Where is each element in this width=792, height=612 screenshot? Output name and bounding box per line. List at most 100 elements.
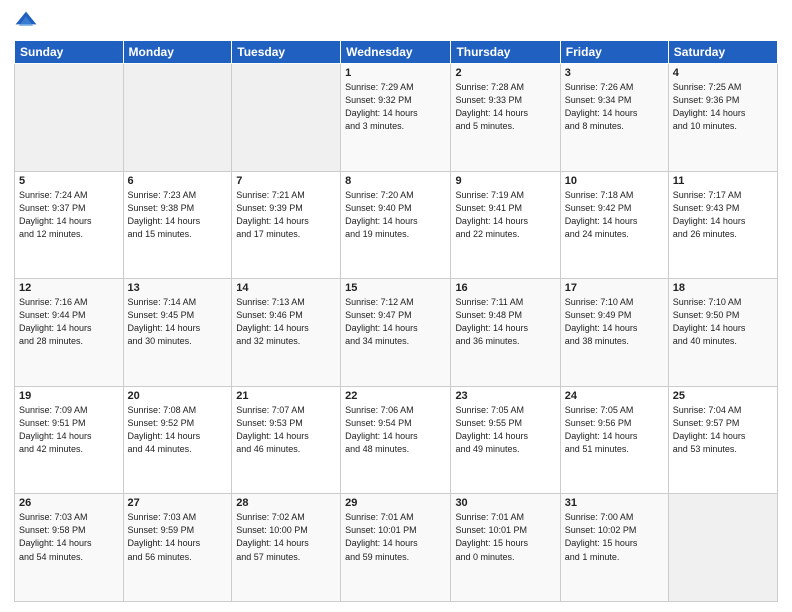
calendar-cell: 1Sunrise: 7:29 AM Sunset: 9:32 PM Daylig… bbox=[341, 64, 451, 172]
calendar-cell: 11Sunrise: 7:17 AM Sunset: 9:43 PM Dayli… bbox=[668, 171, 777, 279]
day-number: 22 bbox=[345, 390, 446, 402]
day-number: 24 bbox=[565, 390, 664, 402]
calendar-cell: 31 Sunrise: 7:00 AM Sunset: 10:02 PM Dayl… bbox=[560, 494, 668, 602]
day-number: 26 bbox=[19, 497, 119, 509]
day-info: Sunrise: 7:08 AM Sunset: 9:52 PM Dayligh… bbox=[128, 404, 228, 456]
day-info: Sunrise: 7:21 AM Sunset: 9:39 PM Dayligh… bbox=[236, 189, 336, 241]
day-info: Sunrise: 7:10 AM Sunset: 9:49 PM Dayligh… bbox=[565, 296, 664, 348]
logo-icon bbox=[14, 10, 38, 34]
calendar-cell bbox=[123, 64, 232, 172]
day-info: Sunrise: 7:17 AM Sunset: 9:43 PM Dayligh… bbox=[673, 189, 773, 241]
day-info: Sunrise: 7:25 AM Sunset: 9:36 PM Dayligh… bbox=[673, 81, 773, 133]
calendar-cell: 4 Sunrise: 7:25 AM Sunset: 9:36 PM Daylig… bbox=[668, 64, 777, 172]
calendar-cell: 23 Sunrise: 7:05 AM Sunset: 9:55 PM Dayli… bbox=[451, 386, 560, 494]
calendar-week-row: 1Sunrise: 7:29 AM Sunset: 9:32 PM Daylig… bbox=[15, 64, 778, 172]
day-info: Sunrise: 7:04 AM Sunset: 9:57 PM Dayligh… bbox=[673, 404, 773, 456]
calendar-cell: 8Sunrise: 7:20 AM Sunset: 9:40 PM Daylig… bbox=[341, 171, 451, 279]
day-number: 19 bbox=[19, 390, 119, 402]
day-info: Sunrise: 7:10 AM Sunset: 9:50 PM Dayligh… bbox=[673, 296, 773, 348]
calendar-cell: 12Sunrise: 7:16 AM Sunset: 9:44 PM Dayli… bbox=[15, 279, 124, 387]
day-number: 12 bbox=[19, 282, 119, 294]
calendar-cell: 13 Sunrise: 7:14 AM Sunset: 9:45 PM Dayli… bbox=[123, 279, 232, 387]
day-number: 15 bbox=[345, 282, 446, 294]
calendar-week-row: 19 Sunrise: 7:09 AM Sunset: 9:51 PM Dayli… bbox=[15, 386, 778, 494]
day-info: Sunrise: 7:07 AM Sunset: 9:53 PM Dayligh… bbox=[236, 404, 336, 456]
day-number: 7 bbox=[236, 175, 336, 187]
day-info: Sunrise: 7:01 AM Sunset: 10:01 PM Daylig… bbox=[345, 511, 446, 563]
calendar-day-header: Monday bbox=[123, 41, 232, 64]
calendar-cell: 19 Sunrise: 7:09 AM Sunset: 9:51 PM Dayli… bbox=[15, 386, 124, 494]
calendar-cell: 30 Sunrise: 7:01 AM Sunset: 10:01 PM Dayl… bbox=[451, 494, 560, 602]
calendar-cell: 29 Sunrise: 7:01 AM Sunset: 10:01 PM Dayl… bbox=[341, 494, 451, 602]
day-number: 5 bbox=[19, 175, 119, 187]
calendar-cell: 25 Sunrise: 7:04 AM Sunset: 9:57 PM Dayli… bbox=[668, 386, 777, 494]
calendar-cell: 22 Sunrise: 7:06 AM Sunset: 9:54 PM Dayli… bbox=[341, 386, 451, 494]
day-info: Sunrise: 7:03 AM Sunset: 9:58 PM Dayligh… bbox=[19, 511, 119, 563]
day-info: Sunrise: 7:23 AM Sunset: 9:38 PM Dayligh… bbox=[128, 189, 228, 241]
day-info: Sunrise: 7:05 AM Sunset: 9:55 PM Dayligh… bbox=[455, 404, 555, 456]
calendar-cell: 2Sunrise: 7:28 AM Sunset: 9:33 PM Daylig… bbox=[451, 64, 560, 172]
day-info: Sunrise: 7:14 AM Sunset: 9:45 PM Dayligh… bbox=[128, 296, 228, 348]
calendar-cell: 15 Sunrise: 7:12 AM Sunset: 9:47 PM Dayli… bbox=[341, 279, 451, 387]
day-number: 3 bbox=[565, 67, 664, 79]
day-number: 20 bbox=[128, 390, 228, 402]
calendar: SundayMondayTuesdayWednesdayThursdayFrid… bbox=[14, 40, 778, 602]
day-number: 18 bbox=[673, 282, 773, 294]
day-number: 6 bbox=[128, 175, 228, 187]
day-info: Sunrise: 7:11 AM Sunset: 9:48 PM Dayligh… bbox=[455, 296, 555, 348]
calendar-week-row: 5 Sunrise: 7:24 AM Sunset: 9:37 PM Daylig… bbox=[15, 171, 778, 279]
day-number: 23 bbox=[455, 390, 555, 402]
calendar-cell: 7 Sunrise: 7:21 AM Sunset: 9:39 PM Daylig… bbox=[232, 171, 341, 279]
page: SundayMondayTuesdayWednesdayThursdayFrid… bbox=[0, 0, 792, 612]
day-number: 4 bbox=[673, 67, 773, 79]
calendar-day-header: Saturday bbox=[668, 41, 777, 64]
day-number: 16 bbox=[455, 282, 555, 294]
day-info: Sunrise: 7:00 AM Sunset: 10:02 PM Daylig… bbox=[565, 511, 664, 563]
day-number: 30 bbox=[455, 497, 555, 509]
calendar-cell: 16 Sunrise: 7:11 AM Sunset: 9:48 PM Dayli… bbox=[451, 279, 560, 387]
calendar-cell: 14 Sunrise: 7:13 AM Sunset: 9:46 PM Dayli… bbox=[232, 279, 341, 387]
calendar-cell: 10Sunrise: 7:18 AM Sunset: 9:42 PM Dayli… bbox=[560, 171, 668, 279]
day-info: Sunrise: 7:26 AM Sunset: 9:34 PM Dayligh… bbox=[565, 81, 664, 133]
calendar-day-header: Thursday bbox=[451, 41, 560, 64]
calendar-day-header: Friday bbox=[560, 41, 668, 64]
calendar-cell bbox=[15, 64, 124, 172]
day-info: Sunrise: 7:28 AM Sunset: 9:33 PM Dayligh… bbox=[455, 81, 555, 133]
calendar-cell: 9 Sunrise: 7:19 AM Sunset: 9:41 PM Daylig… bbox=[451, 171, 560, 279]
day-number: 25 bbox=[673, 390, 773, 402]
day-number: 27 bbox=[128, 497, 228, 509]
day-info: Sunrise: 7:18 AM Sunset: 9:42 PM Dayligh… bbox=[565, 189, 664, 241]
calendar-cell: 17 Sunrise: 7:10 AM Sunset: 9:49 PM Dayli… bbox=[560, 279, 668, 387]
day-info: Sunrise: 7:02 AM Sunset: 10:00 PM Daylig… bbox=[236, 511, 336, 563]
day-number: 9 bbox=[455, 175, 555, 187]
calendar-cell: 21Sunrise: 7:07 AM Sunset: 9:53 PM Dayli… bbox=[232, 386, 341, 494]
calendar-cell bbox=[668, 494, 777, 602]
day-info: Sunrise: 7:24 AM Sunset: 9:37 PM Dayligh… bbox=[19, 189, 119, 241]
calendar-header-row: SundayMondayTuesdayWednesdayThursdayFrid… bbox=[15, 41, 778, 64]
day-info: Sunrise: 7:12 AM Sunset: 9:47 PM Dayligh… bbox=[345, 296, 446, 348]
day-info: Sunrise: 7:05 AM Sunset: 9:56 PM Dayligh… bbox=[565, 404, 664, 456]
day-info: Sunrise: 7:29 AM Sunset: 9:32 PM Dayligh… bbox=[345, 81, 446, 133]
calendar-cell: 20 Sunrise: 7:08 AM Sunset: 9:52 PM Dayli… bbox=[123, 386, 232, 494]
day-number: 31 bbox=[565, 497, 664, 509]
day-number: 14 bbox=[236, 282, 336, 294]
calendar-cell: 24 Sunrise: 7:05 AM Sunset: 9:56 PM Dayli… bbox=[560, 386, 668, 494]
day-number: 13 bbox=[128, 282, 228, 294]
calendar-cell: 28 Sunrise: 7:02 AM Sunset: 10:00 PM Dayl… bbox=[232, 494, 341, 602]
day-info: Sunrise: 7:13 AM Sunset: 9:46 PM Dayligh… bbox=[236, 296, 336, 348]
calendar-cell: 6 Sunrise: 7:23 AM Sunset: 9:38 PM Daylig… bbox=[123, 171, 232, 279]
calendar-day-header: Sunday bbox=[15, 41, 124, 64]
day-number: 28 bbox=[236, 497, 336, 509]
day-info: Sunrise: 7:19 AM Sunset: 9:41 PM Dayligh… bbox=[455, 189, 555, 241]
day-number: 8 bbox=[345, 175, 446, 187]
calendar-cell bbox=[232, 64, 341, 172]
calendar-week-row: 26 Sunrise: 7:03 AM Sunset: 9:58 PM Dayli… bbox=[15, 494, 778, 602]
day-info: Sunrise: 7:06 AM Sunset: 9:54 PM Dayligh… bbox=[345, 404, 446, 456]
day-info: Sunrise: 7:01 AM Sunset: 10:01 PM Daylig… bbox=[455, 511, 555, 563]
logo bbox=[14, 10, 42, 34]
calendar-cell: 18 Sunrise: 7:10 AM Sunset: 9:50 PM Dayli… bbox=[668, 279, 777, 387]
calendar-cell: 27Sunrise: 7:03 AM Sunset: 9:59 PM Dayli… bbox=[123, 494, 232, 602]
day-number: 29 bbox=[345, 497, 446, 509]
day-number: 17 bbox=[565, 282, 664, 294]
day-info: Sunrise: 7:09 AM Sunset: 9:51 PM Dayligh… bbox=[19, 404, 119, 456]
